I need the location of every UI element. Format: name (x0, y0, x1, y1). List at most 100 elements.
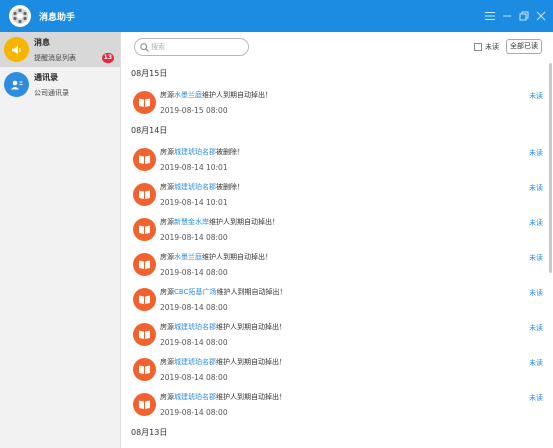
book-icon (133, 253, 156, 276)
message-time: 2019-08-14 10:01 (160, 163, 228, 172)
message-suffix: 被删除！ (216, 148, 244, 156)
sidebar-item-title: 消息 (34, 37, 50, 47)
sidebar-item-contacts[interactable]: 通讯录 公司通讯录 (0, 67, 120, 102)
message-status[interactable]: 未读 (529, 288, 543, 298)
unread-checkbox-box[interactable] (474, 43, 482, 51)
message-status[interactable]: 未读 (529, 183, 543, 193)
unread-filter-label: 未读 (485, 43, 499, 51)
close-icon[interactable] (533, 8, 549, 24)
date-header: 08月13日 (131, 428, 168, 437)
message-prefix: 房源 (160, 148, 174, 156)
message-item[interactable]: 房源新慧金水岸维护人到期自动掉出！ 2019-08-14 08:00 未读 (122, 212, 548, 247)
message-time: 2019-08-14 08:00 (160, 373, 228, 382)
unread-count-badge: 13 (101, 53, 114, 63)
date-header: 08月15日 (131, 69, 168, 78)
message-title: 房源新慧金水岸维护人到期自动掉出！ (160, 217, 279, 227)
message-title: 房源城建琥珀名郡被删除！ (160, 182, 244, 192)
minimize-icon[interactable] (499, 8, 515, 24)
speaker-icon (4, 37, 29, 62)
message-time: 2019-08-14 08:00 (160, 233, 228, 242)
book-icon (133, 91, 156, 114)
message-suffix: 维护人到期自动掉出！ (216, 358, 286, 366)
message-prefix: 房源 (160, 323, 174, 331)
message-time: 2019-08-14 08:00 (160, 303, 228, 312)
message-status[interactable]: 未读 (529, 358, 543, 368)
message-status[interactable]: 未读 (529, 218, 543, 228)
mark-all-read-button[interactable]: 全部已读 (506, 39, 542, 54)
property-link[interactable]: 新慧金水岸 (174, 218, 209, 226)
property-link[interactable]: 城建琥珀名郡 (174, 323, 216, 331)
message-prefix: 房源 (160, 358, 174, 366)
message-item[interactable]: 房源CBC拓基广场维护人到期自动掉出！ 2019-08-14 08:00 未读 (122, 282, 548, 317)
message-item[interactable]: 房源城建琥珀名郡被删除！ 2019-08-14 10:01 未读 (122, 177, 548, 212)
search-icon (140, 42, 149, 52)
property-link[interactable]: 城建琥珀名郡 (174, 358, 216, 366)
message-suffix: 维护人到期自动掉出！ (202, 91, 272, 99)
message-time: 2019-08-14 08:00 (160, 338, 228, 347)
message-time: 2019-08-14 10:01 (160, 198, 228, 207)
book-icon (133, 358, 156, 381)
message-suffix: 被删除！ (216, 183, 244, 191)
message-prefix: 房源 (160, 253, 174, 261)
message-prefix: 房源 (160, 183, 174, 191)
sidebar-item-subtitle: 提醒消息列表 (34, 53, 76, 62)
sidebar-item-messages[interactable]: 消息 提醒消息列表 13 (0, 32, 120, 67)
message-title: 房源城建琥珀名郡维护人到期自动掉出！ (160, 392, 286, 402)
book-icon (133, 288, 156, 311)
message-suffix: 维护人到期自动掉出！ (216, 323, 286, 331)
message-suffix: 维护人到期自动掉出！ (216, 288, 287, 296)
message-toolbar: 未读 全部已读 (122, 32, 553, 62)
message-item[interactable]: 房源城建琥珀名郡维护人到期自动掉出！ 2019-08-14 08:00 未读 (122, 352, 548, 387)
message-status[interactable]: 未读 (529, 393, 543, 403)
message-prefix: 房源 (160, 288, 174, 296)
message-title: 房源城建琥珀名郡维护人到期自动掉出！ (160, 322, 286, 332)
message-time: 2019-08-14 08:00 (160, 268, 228, 277)
property-link[interactable]: 城建琥珀名郡 (174, 183, 216, 191)
search-input[interactable] (151, 43, 241, 51)
app-logo-icon (9, 5, 31, 27)
message-time: 2019-08-14 08:00 (160, 408, 228, 417)
message-title: 房源水墨兰庭维护人到期自动掉出！ (160, 90, 272, 100)
message-title: 房源城建琥珀名郡维护人到期自动掉出！ (160, 357, 286, 367)
message-prefix: 房源 (160, 218, 174, 226)
app-title: 消息助手 (39, 12, 76, 23)
message-item[interactable]: 房源城建琥珀名郡维护人到期自动掉出！ 2019-08-14 08:00 未读 (122, 387, 548, 422)
message-status[interactable]: 未读 (529, 253, 543, 263)
message-item[interactable]: 房源城建琥珀名郡被删除！ 2019-08-14 10:01 未读 (122, 142, 548, 177)
property-link[interactable]: 水墨兰庭 (174, 91, 202, 99)
message-suffix: 维护人到期自动掉出！ (209, 218, 279, 226)
book-icon (133, 393, 156, 416)
message-suffix: 维护人到期自动掉出！ (202, 253, 272, 261)
message-list: 08月15日房源水墨兰庭维护人到期自动掉出！ 2019-08-15 08:00 未读… (122, 63, 548, 444)
message-item[interactable]: 房源城建琥珀名郡维护人到期自动掉出！ 2019-08-14 08:00 未读 (122, 317, 548, 352)
message-status[interactable]: 未读 (529, 148, 543, 158)
property-link[interactable]: 城建琥珀名郡 (174, 393, 216, 401)
unread-filter-checkbox[interactable]: 未读 (474, 42, 499, 52)
sidebar: 消息 提醒消息列表 13 通讯录 公司通讯录 (0, 32, 121, 448)
message-suffix: 维护人到期自动掉出！ (216, 393, 286, 401)
book-icon (133, 323, 156, 346)
property-link[interactable]: 城建琥珀名郡 (174, 148, 216, 156)
message-title: 房源城建琥珀名郡被删除！ (160, 147, 244, 157)
message-title: 房源CBC拓基广场维护人到期自动掉出！ (160, 287, 286, 297)
message-panel: 未读 全部已读 08月15日房源水墨兰庭维护人到期自动掉出！2019-08-15… (122, 32, 553, 448)
property-link[interactable]: CBC拓基广场 (174, 288, 216, 296)
date-header: 08月14日 (131, 126, 168, 135)
contact-card-icon (4, 72, 29, 97)
message-item[interactable]: 房源水墨兰庭维护人到期自动掉出！ 2019-08-15 08:00 未读 (122, 85, 548, 120)
book-icon (133, 148, 156, 171)
property-link[interactable]: 水墨兰庭 (174, 253, 202, 261)
restore-icon[interactable] (516, 8, 532, 24)
sidebar-item-subtitle: 公司通讯录 (34, 88, 69, 97)
message-status[interactable]: 未读 (529, 91, 543, 101)
book-icon (133, 183, 156, 206)
message-item[interactable]: 房源水墨兰庭维护人到期自动掉出！ 2019-08-14 08:00 未读 (122, 247, 548, 282)
message-status[interactable]: 未读 (529, 323, 543, 333)
book-icon (133, 218, 156, 241)
window-controls (481, 0, 549, 32)
search-box[interactable] (134, 38, 249, 56)
menu-icon[interactable] (482, 8, 498, 24)
message-prefix: 房源 (160, 91, 174, 99)
scrollbar-thumb[interactable] (549, 63, 552, 273)
sidebar-item-title: 通讯录 (34, 72, 58, 82)
